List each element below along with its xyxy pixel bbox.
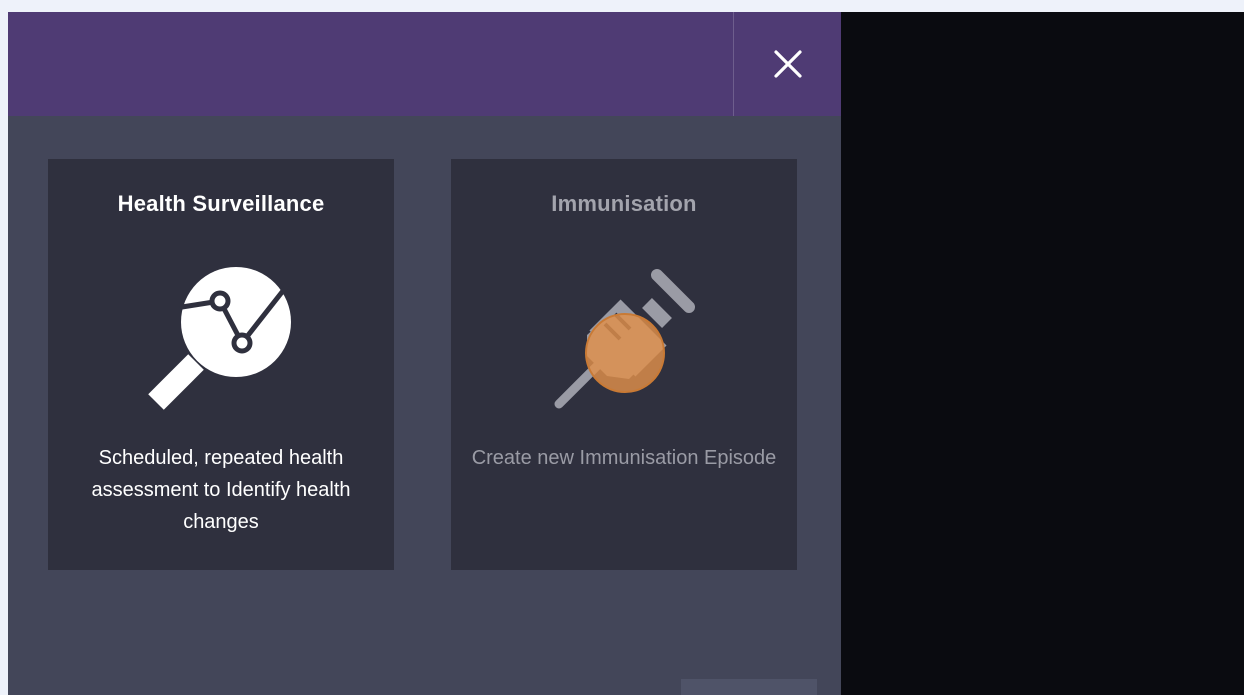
- card-description: Scheduled, repeated health assessment to…: [91, 447, 351, 533]
- syringe-icon: [554, 269, 695, 409]
- modal-dialog: Health Surveillance Scheduled, repeated …: [8, 12, 841, 695]
- card-description: Create new Immunisation Episode: [471, 447, 777, 469]
- magnifier-chart-icon: [148, 267, 291, 410]
- card-title: Health Surveillance: [117, 191, 325, 216]
- health-surveillance-card[interactable]: Health Surveillance Scheduled, repeated …: [48, 159, 394, 570]
- backdrop-panel: [841, 12, 1244, 695]
- modal-header: [8, 12, 841, 116]
- card-title: Immunisation: [551, 191, 697, 216]
- close-icon: [773, 50, 802, 78]
- immunisation-card[interactable]: Immunisation Create new Immunisation Epi…: [451, 159, 797, 570]
- footer-button[interactable]: [681, 679, 817, 695]
- close-button[interactable]: [734, 12, 841, 116]
